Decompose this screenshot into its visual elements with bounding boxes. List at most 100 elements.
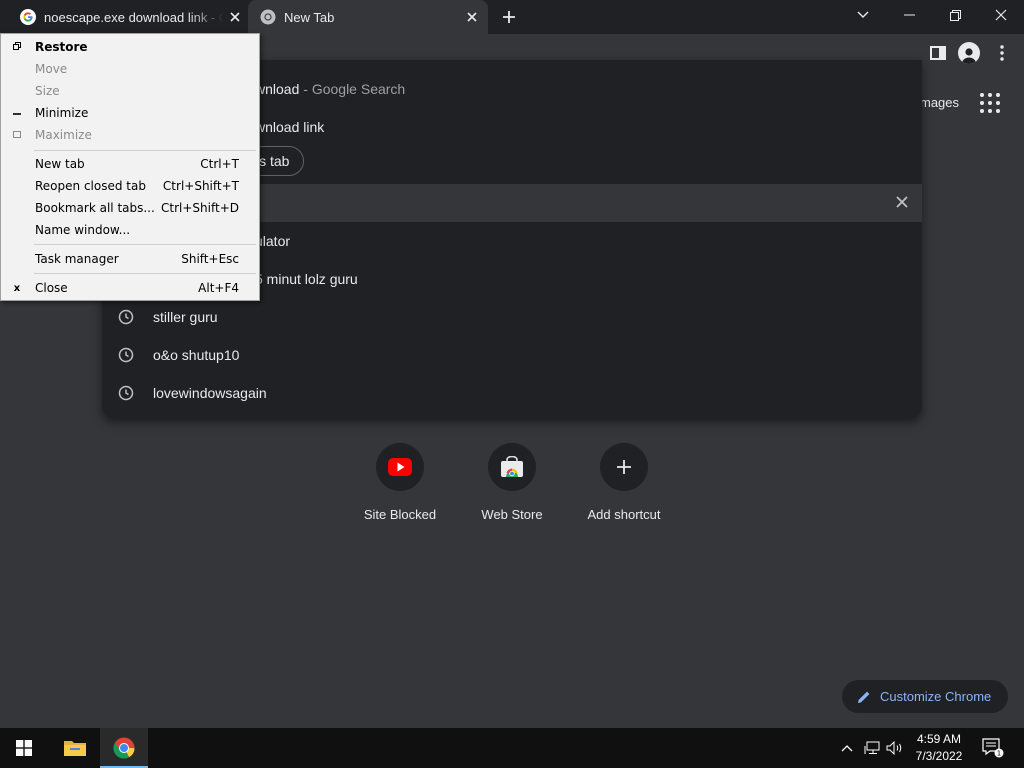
restore-button[interactable] [932,0,978,30]
close-glyph-icon: x [13,282,21,294]
menu-separator [34,150,256,151]
tab-title: New Tab [284,9,335,25]
more-vert-icon [1000,45,1004,61]
menu-item-move: Move [1,58,259,80]
minimize-glyph-icon [12,108,22,119]
tab-title: noescape.exe download link - Google Sear… [44,9,225,25]
taskbar-clock[interactable]: 4:59 AM 7/3/2022 [905,731,973,765]
clock-time: 4:59 AM [916,732,962,746]
menu-item-label: Close [35,281,68,295]
add-shortcut-button[interactable]: Add shortcut [568,443,680,522]
avatar [958,42,980,64]
youtube-icon [388,458,412,476]
suggestion-text: ulator [255,233,291,249]
pencil-icon [858,691,870,703]
menu-item-bookmark-all-tabs[interactable]: Bookmark all tabs... Ctrl+Shift+D [1,197,259,219]
menu-item-task-manager[interactable]: Task manager Shift+Esc [1,248,259,270]
profile-button[interactable] [957,41,981,65]
notification-icon: 1 [982,738,1004,758]
network-button[interactable] [860,728,884,768]
shortcut-web-store[interactable]: Web Store [456,443,568,522]
menu-item-label: Maximize [35,128,92,142]
menu-item-shortcut: Ctrl+Shift+T [162,179,239,193]
new-tab-button[interactable] [498,6,520,28]
images-link[interactable]: mages [920,95,959,110]
menu-item-close[interactable]: x Close Alt+F4 [1,277,259,299]
tab-search-button[interactable] [840,0,886,30]
menu-item-shortcut: Shift+Esc [181,252,239,266]
action-center-button[interactable]: 1 [978,728,1008,768]
menu-item-label: New tab [35,157,85,171]
suggestion-text: wnload [255,81,300,97]
web-store-icon [501,456,523,477]
shortcut-site-blocked[interactable]: Site Blocked [344,443,456,522]
customize-chrome-button[interactable]: Customize Chrome [842,680,1008,713]
remove-suggestion-icon[interactable] [894,194,910,210]
menu-item-shortcut: Alt+F4 [198,281,239,295]
suggestion-item[interactable]: lovewindowsagain [102,374,922,412]
chevron-down-icon [857,11,869,18]
apps-grid-icon[interactable] [980,93,1000,113]
chrome-menu-button[interactable] [990,41,1014,65]
history-icon [118,385,134,401]
suggestion-item[interactable]: o&o shutup10 [102,336,922,374]
tab-close-icon[interactable] [228,7,242,27]
minimize-button[interactable] [886,0,932,30]
switch-to-tab-label: is tab [256,153,290,169]
google-g-icon [20,9,36,25]
shortcut-label: Site Blocked [363,507,437,522]
suggestion-item[interactable]: stiller guru [102,298,922,336]
tab-new-tab[interactable]: New Tab [248,0,488,34]
folder-icon [64,741,86,756]
menu-item-label: Name window... [35,223,131,237]
shortcut-label: Add shortcut [587,507,661,522]
side-panel-button[interactable] [926,41,950,65]
start-button[interactable] [0,728,48,768]
menu-item-minimize[interactable]: Minimize [1,102,259,124]
maximize-glyph-icon [12,130,22,141]
suggestion-text: lovewindowsagain [153,385,267,401]
clock-date: 7/3/2022 [915,749,963,763]
menu-item-label: Size [35,84,60,98]
tab-google-search[interactable]: noescape.exe download link - Google Sear… [0,0,248,34]
show-hidden-icons-button[interactable] [838,728,856,768]
close-window-button[interactable] [978,0,1024,30]
chrome-icon [260,9,276,25]
menu-item-maximize: Maximize [1,124,259,146]
chrome-taskbar-button[interactable] [100,728,148,768]
restore-icon [949,9,961,21]
person-icon [962,48,976,64]
menu-item-size: Size [1,80,259,102]
menu-item-shortcut: Ctrl+Shift+D [161,201,239,215]
taskbar: 4:59 AM 7/3/2022 1 [0,728,1024,768]
window-system-menu: Restore Move Size Minimize Maximize New … [0,33,260,301]
menu-item-label: Minimize [35,106,89,120]
volume-button[interactable] [884,728,906,768]
menu-separator [34,244,256,245]
customize-chrome-label: Customize Chrome [880,689,992,704]
notification-count: 1 [997,750,1001,758]
network-icon [864,741,880,754]
suggestion-text: 5 minut lolz guru [255,271,358,287]
history-icon [118,347,134,363]
shortcut-label: Web Store [481,507,543,522]
menu-item-reopen-closed-tab[interactable]: Reopen closed tab Ctrl+Shift+T [1,175,259,197]
minimize-icon [903,14,915,16]
restore-glyph-icon [12,41,22,53]
menu-item-new-tab[interactable]: New tab Ctrl+T [1,153,259,175]
tab-close-icon[interactable] [462,7,482,27]
suggestion-text: o&o shutup10 [153,347,240,363]
menu-item-label: Bookmark all tabs... [35,201,155,215]
chrome-icon [113,737,135,759]
plus-icon [617,460,631,474]
volume-icon [886,741,902,755]
menu-item-name-window[interactable]: Name window... [1,219,259,241]
history-icon [118,309,134,325]
chevron-up-icon [841,745,853,752]
menu-item-label: Task manager [35,252,119,266]
file-explorer-button[interactable] [51,728,99,768]
menu-separator [34,273,256,274]
windows-logo-icon [16,740,32,756]
menu-item-shortcut: Ctrl+T [200,157,239,171]
menu-item-restore[interactable]: Restore [1,36,259,58]
